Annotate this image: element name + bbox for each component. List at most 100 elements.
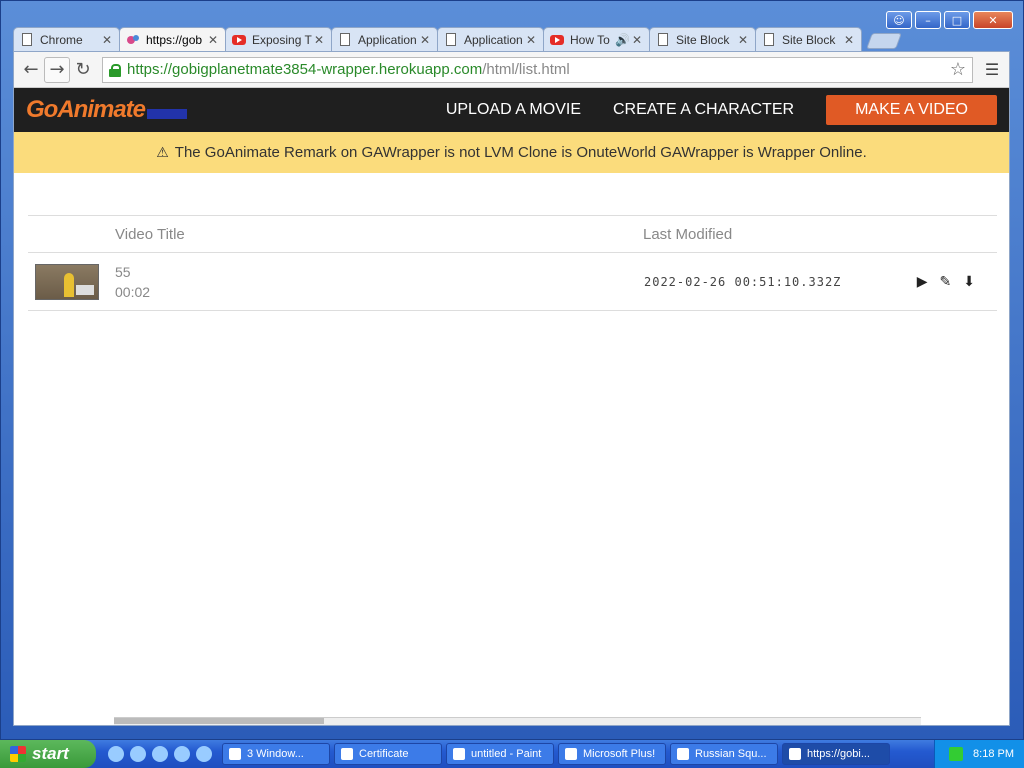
task-microsoft-plus[interactable]: Microsoft Plus! [558,743,666,765]
browser-toolbar: ← → ↻ https://gobigplanetmate3854-wrappe… [14,52,1009,88]
clock[interactable]: 8:18 PM [973,748,1014,760]
speaker-icon: 🔊 [615,32,630,47]
lock-icon [109,63,121,77]
horizontal-scrollbar[interactable] [114,717,921,725]
tab-active[interactable]: https://gob ✕ [119,27,226,51]
reload-icon[interactable]: ↻ [70,57,96,83]
chrome-icon [789,748,801,760]
task-label: Russian Squ... [695,748,767,760]
task-label: https://gobi... [807,748,870,760]
edit-icon[interactable]: ✎ [940,274,952,290]
browser-window: ☺ – □ ✕ Chrome ✕ https://gob ✕ Exposing … [0,0,1024,740]
network-icon[interactable] [949,747,964,761]
doc-icon [338,33,352,47]
tab-strip: Chrome ✕ https://gob ✕ Exposing T ✕ Appl… [13,27,933,51]
menu-icon[interactable]: ☰ [979,57,1005,83]
cube-icon [677,748,689,760]
task-label: 3 Window... [247,748,304,760]
video-thumbnail[interactable] [35,263,99,300]
windows-flag-icon [10,746,26,762]
youtube-icon [550,33,564,47]
task-label: Microsoft Plus! [583,748,656,760]
video-duration: 00:02 [115,283,151,300]
logo-badge [147,109,188,119]
notice-text: The GoAnimate Remark on GAWrapper is not… [174,144,867,161]
close-tab-icon[interactable]: ✕ [313,33,325,47]
tab-youtube-1[interactable]: Exposing T ✕ [225,27,332,51]
close-tab-icon[interactable]: ✕ [737,33,749,47]
folder-icon [229,748,241,760]
download-icon[interactable]: ⬇ [963,274,975,290]
tab-youtube-2[interactable]: How To 🔊 ✕ [543,27,650,51]
tab-label: https://gob [146,32,203,47]
youtube-icon [232,33,246,47]
task-paint[interactable]: untitled - Paint [446,743,554,765]
back-icon[interactable]: ← [18,57,44,83]
url-host: gobigplanetmate3854-wrapper.herokuapp.co… [172,61,483,78]
video-title: 55 [115,263,131,280]
video-title-cell: 55 00:02 [115,262,150,302]
task-russian-square[interactable]: Russian Squ... [670,743,778,765]
new-tab-button[interactable] [866,33,902,49]
puzzle-icon [126,33,140,47]
quick-launch [108,746,212,762]
system-tray: 8:18 PM [934,740,1024,768]
tab-label: Chrome [40,32,83,47]
plus-icon [565,748,577,760]
chrome-icon[interactable] [196,746,212,762]
doc-icon [444,33,458,47]
table-header: Video Title Last Modified [28,215,997,253]
taskbar: start 3 Window... Certificate untitled -… [0,740,1024,768]
last-modified-cell: 2022-02-26 00:51:10.332Z [644,274,842,289]
table-row[interactable]: 55 00:02 2022-02-26 00:51:10.332Z ▶ ✎ ⬇ [28,253,997,311]
task-label: untitled - Paint [471,748,542,760]
close-tab-icon[interactable]: ✕ [843,33,855,47]
video-table: Video Title Last Modified 55 00:02 2022-… [28,215,997,311]
task-certificate[interactable]: Certificate [334,743,442,765]
close-tab-icon[interactable]: ✕ [419,33,431,47]
close-tab-icon[interactable]: ✕ [101,33,113,47]
play-icon[interactable]: ▶ [917,274,928,290]
row-actions: ▶ ✎ ⬇ [917,274,975,290]
start-label: start [32,744,69,763]
start-button[interactable]: start [0,740,96,768]
task-chrome[interactable]: https://gobi... [782,743,890,765]
make-video-button[interactable]: MAKE A VIDEO [826,95,997,125]
close-button[interactable]: ✕ [973,11,1013,29]
header-last-modified: Last Modified [643,225,733,243]
tab-application-2[interactable]: Application ✕ [437,27,544,51]
notice-banner: ⚠ The GoAnimate Remark on GAWrapper is n… [14,132,1009,173]
tab-label: Application [464,32,523,47]
tab-label: How To [570,32,610,47]
logo-text: GoAnimate [26,96,146,123]
create-character-link[interactable]: CREATE A CHARACTER [613,101,794,119]
close-tab-icon[interactable]: ✕ [631,33,643,47]
bookmark-star-icon[interactable]: ☆ [950,59,966,80]
site-nav: GoAnimate UPLOAD A MOVIE CREATE A CHARAC… [14,88,1009,132]
address-bar[interactable]: https://gobigplanetmate3854-wrapper.hero… [102,56,973,83]
close-tab-icon[interactable]: ✕ [207,33,219,47]
web-page: GoAnimate UPLOAD A MOVIE CREATE A CHARAC… [14,88,1009,725]
maximize-button[interactable]: □ [944,11,970,29]
goanimate-logo[interactable]: GoAnimate [26,96,146,124]
browser-icon[interactable] [130,746,146,762]
task-windows[interactable]: 3 Window... [222,743,330,765]
tab-site-block-1[interactable]: Site Block ✕ [649,27,756,51]
paint-icon[interactable] [174,746,190,762]
tab-application-1[interactable]: Application ✕ [331,27,438,51]
tab-label: Site Block [782,32,836,47]
nav-links: UPLOAD A MOVIE CREATE A CHARACTER MAKE A… [446,95,997,125]
certificate-icon [341,748,353,760]
media-icon[interactable] [152,746,168,762]
forward-icon[interactable]: → [44,56,70,83]
scroll-thumb[interactable] [114,718,324,724]
browser-content: ← → ↻ https://gobigplanetmate3854-wrappe… [13,51,1010,726]
tab-chrome[interactable]: Chrome ✕ [13,27,120,51]
tab-site-block-2[interactable]: Site Block ✕ [755,27,862,51]
task-label: Certificate [359,748,409,760]
ie-icon[interactable] [108,746,124,762]
tab-label: Application [358,32,417,47]
warning-icon: ⚠ [156,144,169,161]
upload-movie-link[interactable]: UPLOAD A MOVIE [446,101,581,119]
close-tab-icon[interactable]: ✕ [525,33,537,47]
